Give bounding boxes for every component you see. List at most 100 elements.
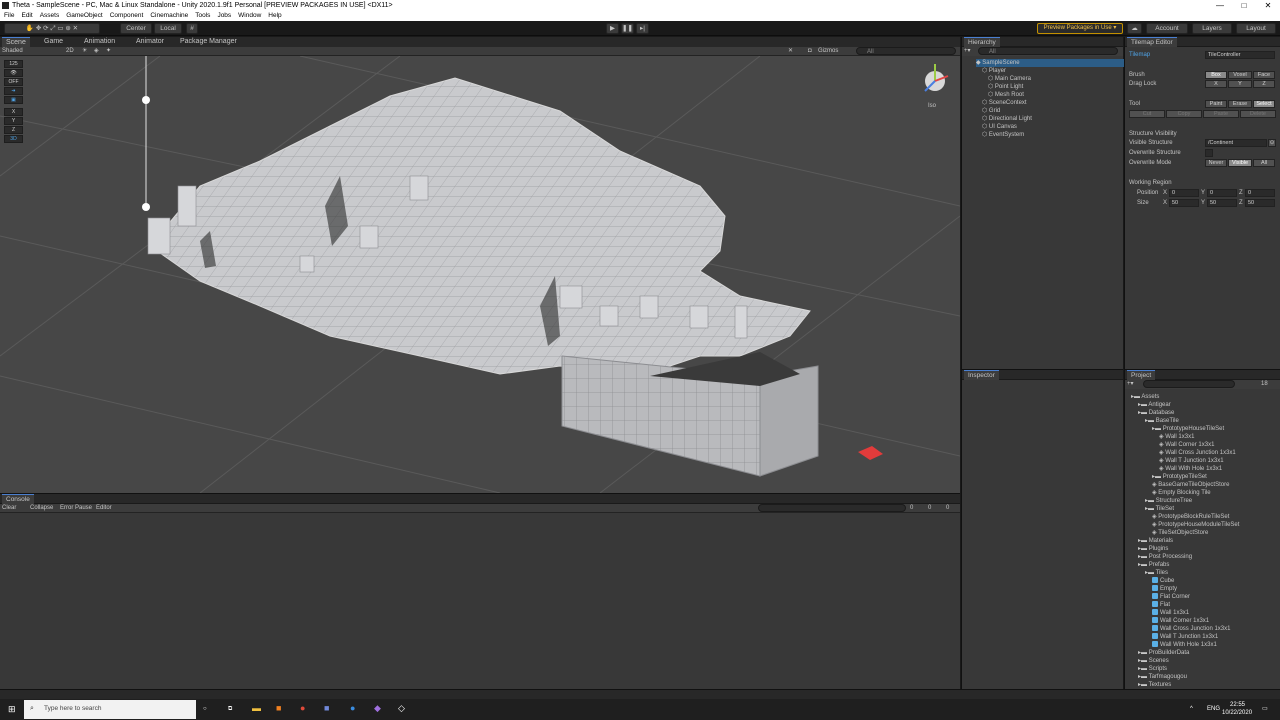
account-dropdown[interactable]: Account [1146, 23, 1188, 34]
position-y-field[interactable]: 0 [1207, 189, 1237, 197]
menu-component[interactable]: Component [110, 11, 144, 21]
hierarchy-item[interactable]: ⬡ Main Camera [988, 75, 1031, 83]
taskbar-search-input[interactable]: ⌕ Type here to search [24, 700, 196, 719]
maps-icon[interactable]: ● [350, 704, 355, 713]
tilemap-select[interactable]: TileController [1205, 51, 1275, 59]
transform-tool-icon[interactable]: ⊕ [65, 25, 70, 32]
shading-mode-dropdown[interactable]: Shaded [2, 47, 23, 55]
preview-packages-button[interactable]: Preview Packages in Use ▾ [1037, 23, 1123, 34]
scene-viewport[interactable]: Iso 125 👁 OFF ➜ ▣ X Y Z 3D [0, 56, 960, 493]
hierarchy-item[interactable]: ⬡ Grid [982, 107, 1000, 115]
project-item[interactable]: ▸▬ TileSet [1145, 505, 1174, 513]
axis-z-toggle[interactable]: Z [4, 126, 23, 134]
file-explorer-icon[interactable]: ▬ [252, 704, 261, 713]
hierarchy-item[interactable]: ◆ SampleScene [976, 59, 1126, 67]
tab-scene[interactable]: Scene [2, 37, 30, 47]
project-item[interactable]: ▸▬ Antigear [1138, 401, 1171, 409]
project-item[interactable]: ◈ Wall With Hole 1x3x1 [1159, 465, 1222, 473]
language-indicator[interactable]: ENG [1207, 705, 1220, 713]
pause-icon[interactable]: ❚❚ [621, 23, 634, 34]
off-toggle[interactable]: OFF [4, 78, 23, 86]
tab-game[interactable]: Game [40, 37, 67, 47]
project-item[interactable]: Wall Corner 1x3x1 [1152, 617, 1209, 625]
menu-tools[interactable]: Tools [195, 11, 210, 21]
hierarchy-item[interactable]: ⬡ UI Canvas [982, 123, 1017, 131]
project-item[interactable]: ◈ Wall 1x3x1 [1159, 433, 1194, 441]
project-item[interactable]: ◈ BaseGameTileObjectStore [1152, 481, 1229, 489]
project-item[interactable]: Flat [1152, 601, 1170, 609]
drag-lock-y[interactable]: Y [1228, 80, 1252, 88]
transform-tools[interactable]: ✋ ✥ ⟳ ⤢ ▭ ⊕ ✕ [4, 23, 100, 34]
brush-box-button[interactable]: Box [1205, 71, 1227, 79]
project-item[interactable]: ▸▬ PrototypeHouseTileSet [1152, 425, 1224, 433]
project-item[interactable]: ▸▬ Scenes [1138, 657, 1169, 665]
size-x-field[interactable]: 50 [1169, 199, 1199, 207]
hierarchy-item[interactable]: ⬡ Mesh Root [988, 91, 1024, 99]
project-item[interactable]: ▸▬ PrototypeTileSet [1152, 473, 1207, 481]
menu-cinemachine[interactable]: Cinemachine [150, 11, 188, 21]
console-search-input[interactable] [758, 504, 906, 512]
custom-tool-icon[interactable]: ✕ [73, 25, 78, 32]
menu-file[interactable]: File [4, 11, 14, 21]
hierarchy-item[interactable]: ⬡ SceneContext [982, 99, 1027, 107]
size-z-field[interactable]: 50 [1245, 199, 1275, 207]
project-item[interactable]: ▸▬ Scripts [1138, 665, 1167, 673]
layers-dropdown[interactable]: Layers [1192, 23, 1232, 34]
project-item[interactable]: ▸▬ Plugins [1138, 545, 1168, 553]
task-view-icon[interactable]: ⧉ [228, 705, 232, 713]
paste-button[interactable]: Paste [1203, 110, 1239, 118]
scale-tool-icon[interactable]: ⤢ [50, 25, 55, 32]
overwrite-never[interactable]: Never [1205, 159, 1227, 167]
tab-animator[interactable]: Animator [132, 37, 168, 47]
project-item[interactable]: Wall With Hole 1x3x1 [1152, 641, 1217, 649]
structure-picker-icon[interactable]: ⊙ [1268, 139, 1276, 147]
project-item[interactable]: Wall T Junction 1x3x1 [1152, 633, 1218, 641]
lighting-toggle-icon[interactable]: ☀ [82, 47, 87, 55]
gizmos-dropdown[interactable]: Gizmos [818, 47, 838, 55]
menu-gameobject[interactable]: GameObject [66, 11, 103, 21]
project-item[interactable]: ▸▬ StructureTree [1145, 497, 1192, 505]
project-item[interactable]: ▸▬ Textures [1138, 681, 1171, 689]
maximize-button[interactable]: □ [1232, 0, 1256, 11]
project-item[interactable]: Empty [1152, 585, 1177, 593]
tab-hierarchy[interactable]: Hierarchy [964, 37, 1000, 47]
tab-project[interactable]: Project [1127, 370, 1156, 380]
info-count[interactable]: 0 [910, 504, 913, 512]
eye-toggle-icon[interactable]: 👁 [4, 69, 23, 77]
project-item[interactable]: ◈ PrototypeBlockRuleTileSet [1152, 513, 1229, 521]
project-item[interactable]: ▸▬ Materials [1138, 537, 1173, 545]
hand-tool-icon[interactable]: ✋ [26, 25, 34, 32]
menu-jobs[interactable]: Jobs [217, 11, 231, 21]
hierarchy-item[interactable]: ⬡ Directional Light [982, 115, 1032, 123]
collab-cloud-icon[interactable]: ☁ [1127, 23, 1142, 34]
play-icon[interactable]: ▶ [606, 23, 619, 34]
project-item[interactable]: ◈ Empty Blocking Tile [1152, 489, 1211, 497]
windows-start-icon[interactable]: ⊞ [8, 705, 16, 714]
project-item[interactable]: Flat Corner [1152, 593, 1190, 601]
project-item[interactable]: Wall 1x3x1 [1152, 609, 1189, 617]
add-object-button[interactable]: +▾ [964, 47, 971, 55]
tool-select[interactable]: Select [1253, 100, 1275, 108]
discord-icon[interactable]: ■ [324, 704, 329, 713]
chrome-icon[interactable]: ● [300, 704, 305, 713]
visible-structure-field[interactable]: /Continent [1205, 139, 1267, 147]
project-item[interactable]: ◈ Wall T Junction 1x3x1 [1159, 457, 1224, 465]
cut-button[interactable]: Cut [1129, 110, 1165, 118]
tab-package-manager[interactable]: Package Manager [176, 37, 241, 47]
project-item[interactable]: ▸▬ BaseTile [1145, 417, 1179, 425]
hierarchy-search-input[interactable]: All [978, 47, 1118, 55]
size-y-field[interactable]: 50 [1207, 199, 1237, 207]
menu-edit[interactable]: Edit [21, 11, 32, 21]
collapse-button[interactable]: Collapse [30, 504, 53, 512]
clear-button[interactable]: Clear [2, 504, 16, 512]
overwrite-all[interactable]: All [1253, 159, 1275, 167]
arrow-tool-icon[interactable]: ➜ [4, 87, 23, 95]
position-x-field[interactable]: 0 [1169, 189, 1199, 197]
overwrite-structure-checkbox[interactable] [1205, 149, 1213, 157]
grid-snap-icon[interactable]: # [186, 23, 198, 34]
drag-lock-x[interactable]: X [1205, 80, 1227, 88]
space-button[interactable]: Local [154, 23, 182, 34]
close-button[interactable]: ✕ [1256, 0, 1280, 11]
minimize-button[interactable]: — [1208, 0, 1232, 11]
scene-search-input[interactable]: All [856, 47, 956, 55]
